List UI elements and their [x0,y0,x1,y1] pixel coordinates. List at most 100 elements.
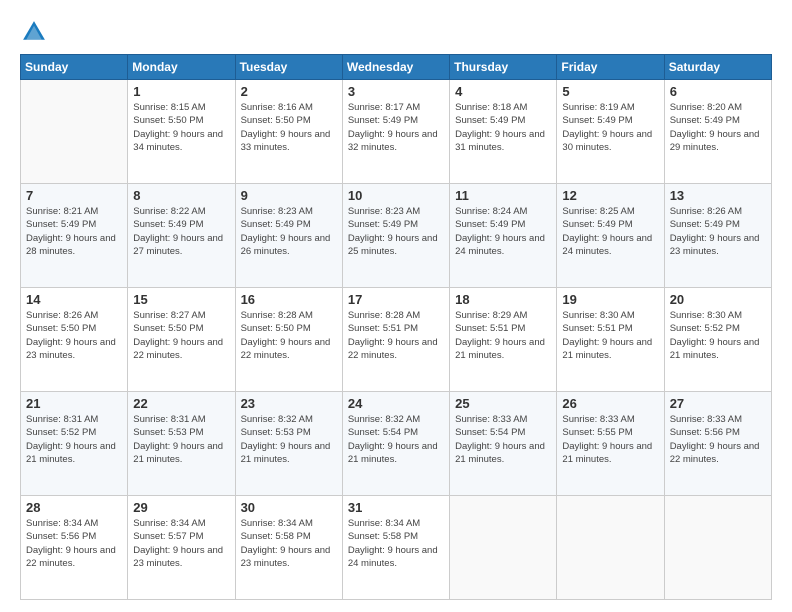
day-number: 26 [562,396,658,411]
calendar-cell: 14 Sunrise: 8:26 AMSunset: 5:50 PMDayligh… [21,288,128,392]
day-number: 30 [241,500,337,515]
page: SundayMondayTuesdayWednesdayThursdayFrid… [0,0,792,612]
cell-info: Sunrise: 8:21 AMSunset: 5:49 PMDaylight:… [26,205,122,258]
day-number: 1 [133,84,229,99]
cell-info: Sunrise: 8:28 AMSunset: 5:51 PMDaylight:… [348,309,444,362]
day-number: 5 [562,84,658,99]
calendar-cell: 2 Sunrise: 8:16 AMSunset: 5:50 PMDaylight… [235,80,342,184]
cell-info: Sunrise: 8:34 AMSunset: 5:58 PMDaylight:… [348,517,444,570]
day-number: 11 [455,188,551,203]
calendar-cell: 30 Sunrise: 8:34 AMSunset: 5:58 PMDayligh… [235,496,342,600]
calendar-cell [21,80,128,184]
cell-info: Sunrise: 8:33 AMSunset: 5:55 PMDaylight:… [562,413,658,466]
calendar-cell: 6 Sunrise: 8:20 AMSunset: 5:49 PMDaylight… [664,80,771,184]
day-number: 7 [26,188,122,203]
calendar-cell: 24 Sunrise: 8:32 AMSunset: 5:54 PMDayligh… [342,392,449,496]
calendar-cell: 25Sunrise: 8:33 AMSunset: 5:54 PMDayligh… [450,392,557,496]
header-day-thursday: Thursday [450,55,557,80]
logo-icon [20,18,48,46]
calendar-cell: 11 Sunrise: 8:24 AMSunset: 5:49 PMDayligh… [450,184,557,288]
calendar-cell: 7 Sunrise: 8:21 AMSunset: 5:49 PMDaylight… [21,184,128,288]
calendar-cell: 26 Sunrise: 8:33 AMSunset: 5:55 PMDayligh… [557,392,664,496]
calendar-cell: 10Sunrise: 8:23 AMSunset: 5:49 PMDayligh… [342,184,449,288]
header-day-tuesday: Tuesday [235,55,342,80]
cell-info: Sunrise: 8:26 AMSunset: 5:50 PMDaylight:… [26,309,122,362]
cell-info: Sunrise: 8:30 AMSunset: 5:51 PMDaylight:… [562,309,658,362]
calendar-cell: 8 Sunrise: 8:22 AMSunset: 5:49 PMDaylight… [128,184,235,288]
calendar-cell: 28 Sunrise: 8:34 AMSunset: 5:56 PMDayligh… [21,496,128,600]
calendar-cell: 4 Sunrise: 8:18 AMSunset: 5:49 PMDaylight… [450,80,557,184]
calendar-week-row: 7 Sunrise: 8:21 AMSunset: 5:49 PMDaylight… [21,184,772,288]
calendar-week-row: 21Sunrise: 8:31 AMSunset: 5:52 PMDayligh… [21,392,772,496]
day-number: 2 [241,84,337,99]
cell-info: Sunrise: 8:31 AMSunset: 5:53 PMDaylight:… [133,413,229,466]
day-number: 21 [26,396,122,411]
cell-info: Sunrise: 8:17 AMSunset: 5:49 PMDaylight:… [348,101,444,154]
calendar-cell: 29Sunrise: 8:34 AMSunset: 5:57 PMDayligh… [128,496,235,600]
day-number: 14 [26,292,122,307]
cell-info: Sunrise: 8:15 AMSunset: 5:50 PMDaylight:… [133,101,229,154]
day-number: 23 [241,396,337,411]
day-number: 16 [241,292,337,307]
calendar-cell: 17 Sunrise: 8:28 AMSunset: 5:51 PMDayligh… [342,288,449,392]
calendar-table: SundayMondayTuesdayWednesdayThursdayFrid… [20,54,772,600]
calendar-cell: 16 Sunrise: 8:28 AMSunset: 5:50 PMDayligh… [235,288,342,392]
calendar-cell: 5 Sunrise: 8:19 AMSunset: 5:49 PMDaylight… [557,80,664,184]
header [20,18,772,46]
cell-info: Sunrise: 8:34 AMSunset: 5:58 PMDaylight:… [241,517,337,570]
calendar-cell: 13 Sunrise: 8:26 AMSunset: 5:49 PMDayligh… [664,184,771,288]
cell-info: Sunrise: 8:33 AMSunset: 5:54 PMDaylight:… [455,413,551,466]
day-number: 20 [670,292,766,307]
day-number: 28 [26,500,122,515]
calendar-cell: 23 Sunrise: 8:32 AMSunset: 5:53 PMDayligh… [235,392,342,496]
calendar-cell: 15Sunrise: 8:27 AMSunset: 5:50 PMDayligh… [128,288,235,392]
calendar-week-row: 1 Sunrise: 8:15 AMSunset: 5:50 PMDaylight… [21,80,772,184]
calendar-cell: 20 Sunrise: 8:30 AMSunset: 5:52 PMDayligh… [664,288,771,392]
cell-info: Sunrise: 8:28 AMSunset: 5:50 PMDaylight:… [241,309,337,362]
calendar-cell: 31 Sunrise: 8:34 AMSunset: 5:58 PMDayligh… [342,496,449,600]
day-number: 9 [241,188,337,203]
header-day-monday: Monday [128,55,235,80]
day-number: 13 [670,188,766,203]
cell-info: Sunrise: 8:18 AMSunset: 5:49 PMDaylight:… [455,101,551,154]
cell-info: Sunrise: 8:32 AMSunset: 5:53 PMDaylight:… [241,413,337,466]
day-number: 17 [348,292,444,307]
cell-info: Sunrise: 8:34 AMSunset: 5:57 PMDaylight:… [133,517,229,570]
day-number: 4 [455,84,551,99]
cell-info: Sunrise: 8:24 AMSunset: 5:49 PMDaylight:… [455,205,551,258]
calendar-cell: 1 Sunrise: 8:15 AMSunset: 5:50 PMDaylight… [128,80,235,184]
day-number: 24 [348,396,444,411]
calendar-cell [450,496,557,600]
calendar-cell: 12Sunrise: 8:25 AMSunset: 5:49 PMDayligh… [557,184,664,288]
day-number: 8 [133,188,229,203]
calendar-cell [664,496,771,600]
cell-info: Sunrise: 8:22 AMSunset: 5:49 PMDaylight:… [133,205,229,258]
cell-info: Sunrise: 8:26 AMSunset: 5:49 PMDaylight:… [670,205,766,258]
cell-info: Sunrise: 8:20 AMSunset: 5:49 PMDaylight:… [670,101,766,154]
calendar-cell: 19Sunrise: 8:30 AMSunset: 5:51 PMDayligh… [557,288,664,392]
header-day-wednesday: Wednesday [342,55,449,80]
day-number: 3 [348,84,444,99]
cell-info: Sunrise: 8:34 AMSunset: 5:56 PMDaylight:… [26,517,122,570]
day-number: 6 [670,84,766,99]
calendar-cell [557,496,664,600]
day-number: 31 [348,500,444,515]
cell-info: Sunrise: 8:16 AMSunset: 5:50 PMDaylight:… [241,101,337,154]
cell-info: Sunrise: 8:23 AMSunset: 5:49 PMDaylight:… [241,205,337,258]
calendar-cell: 21Sunrise: 8:31 AMSunset: 5:52 PMDayligh… [21,392,128,496]
calendar-header-row: SundayMondayTuesdayWednesdayThursdayFrid… [21,55,772,80]
cell-info: Sunrise: 8:23 AMSunset: 5:49 PMDaylight:… [348,205,444,258]
header-day-friday: Friday [557,55,664,80]
cell-info: Sunrise: 8:32 AMSunset: 5:54 PMDaylight:… [348,413,444,466]
cell-info: Sunrise: 8:19 AMSunset: 5:49 PMDaylight:… [562,101,658,154]
calendar-cell: 27Sunrise: 8:33 AMSunset: 5:56 PMDayligh… [664,392,771,496]
calendar-week-row: 14 Sunrise: 8:26 AMSunset: 5:50 PMDayligh… [21,288,772,392]
cell-info: Sunrise: 8:30 AMSunset: 5:52 PMDaylight:… [670,309,766,362]
day-number: 15 [133,292,229,307]
header-day-saturday: Saturday [664,55,771,80]
cell-info: Sunrise: 8:25 AMSunset: 5:49 PMDaylight:… [562,205,658,258]
header-day-sunday: Sunday [21,55,128,80]
calendar-cell: 3 Sunrise: 8:17 AMSunset: 5:49 PMDaylight… [342,80,449,184]
day-number: 22 [133,396,229,411]
calendar-cell: 9 Sunrise: 8:23 AMSunset: 5:49 PMDaylight… [235,184,342,288]
